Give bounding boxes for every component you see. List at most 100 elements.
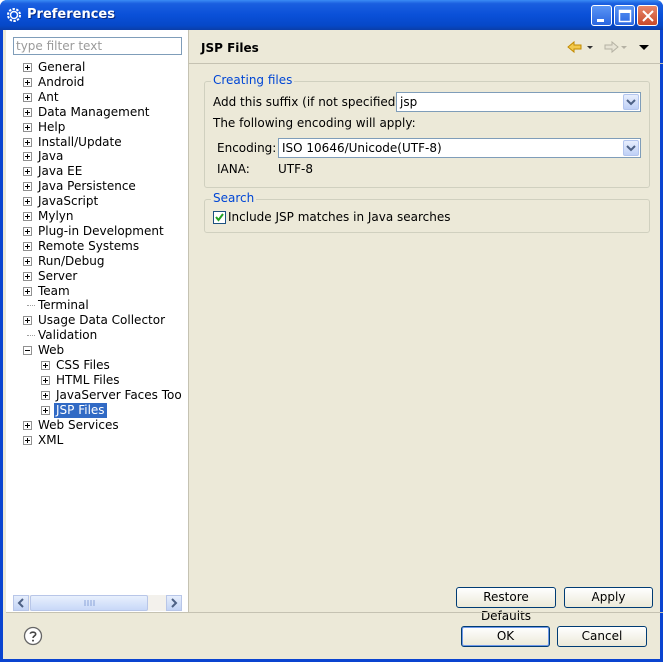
close-window-button[interactable]	[637, 5, 658, 26]
tree-item-label: Remote Systems	[38, 238, 140, 253]
grip-icon	[84, 600, 95, 606]
window-title: Preferences	[27, 7, 115, 22]
filter-input[interactable]	[13, 37, 182, 55]
tree-item-label: Android	[38, 74, 85, 89]
expand-icon[interactable]	[23, 286, 32, 296]
tree-item-label: Help	[38, 119, 66, 134]
maximize-button[interactable]	[614, 5, 635, 26]
tree-item-label: Mylyn	[38, 209, 74, 223]
tree-item-html-files[interactable]: HTML Files	[6, 373, 188, 388]
expand-icon[interactable]	[23, 241, 32, 251]
chevron-down-icon	[626, 99, 636, 106]
tree-item-help[interactable]: Help	[6, 120, 188, 135]
expand-icon[interactable]	[23, 122, 32, 132]
scroll-thumb[interactable]	[30, 595, 148, 611]
preferences-gear-icon	[7, 8, 21, 22]
tree-item-web-services[interactable]: Web Services	[6, 418, 188, 433]
expand-icon[interactable]	[23, 316, 32, 326]
ok-button[interactable]: OK	[461, 626, 550, 647]
collapse-icon[interactable]	[23, 346, 32, 356]
expand-icon[interactable]	[23, 212, 32, 221]
tree-item-css-files[interactable]: CSS Files	[6, 358, 188, 373]
preference-tree-pane: GeneralAndroidAntData ManagementHelpInst…	[6, 30, 189, 612]
scroll-left-button[interactable]	[13, 595, 29, 611]
expand-icon[interactable]	[23, 107, 32, 117]
expand-icon[interactable]	[23, 226, 32, 236]
preferences-window: Preferences GeneralAndroidAntData Manage…	[0, 0, 663, 662]
minimize-button[interactable]	[591, 5, 612, 26]
expand-icon[interactable]	[23, 197, 32, 207]
tree-item-label: Data Management	[38, 104, 150, 119]
help-icon[interactable]	[23, 626, 43, 646]
checkmark-icon	[215, 213, 224, 222]
suffix-dropdown-button[interactable]	[623, 94, 639, 110]
suffix-value: jsp	[400, 95, 418, 109]
expand-icon[interactable]	[41, 390, 50, 400]
iana-value: UTF-8	[278, 162, 313, 176]
tree-item-team[interactable]: Team	[6, 284, 188, 299]
tree-item-java-ee[interactable]: Java EE	[6, 164, 188, 179]
expand-icon[interactable]	[23, 182, 32, 192]
tree-item-label: Terminal	[38, 298, 89, 313]
encoding-dropdown-button[interactable]	[623, 140, 639, 156]
tree-item-usage-data-collector[interactable]: Usage Data Collector	[6, 313, 188, 328]
tree-item-android[interactable]: Android	[6, 75, 188, 90]
suffix-combo[interactable]: jsp	[396, 92, 641, 112]
back-menu-chevron-icon[interactable]	[586, 40, 594, 54]
tree-item-javascript[interactable]: JavaScript	[6, 194, 188, 209]
tree-item-label: JavaServer Faces Too	[56, 387, 182, 402]
restore-defaults-button[interactable]: Restore Defaults	[456, 587, 556, 623]
tree-horizontal-scrollbar[interactable]	[13, 595, 182, 611]
minimize-icon	[597, 19, 604, 22]
chevron-right-icon	[171, 598, 178, 608]
tree-item-label: JSP Files	[54, 402, 107, 418]
include-jsp-checkbox[interactable]	[213, 211, 226, 224]
expand-icon[interactable]	[41, 361, 50, 370]
tree-item-general[interactable]: General	[6, 60, 188, 75]
expand-icon[interactable]	[41, 405, 50, 415]
scroll-right-button[interactable]	[166, 595, 182, 611]
tree-item-label: Plug-in Development	[38, 223, 164, 238]
tree-item-remote-systems[interactable]: Remote Systems	[6, 239, 188, 254]
tree-item-label: Server	[38, 268, 78, 283]
tree-item-java[interactable]: Java	[6, 149, 188, 164]
tree-item-mylyn[interactable]: Mylyn	[6, 209, 188, 224]
tree-item-install-update[interactable]: Install/Update	[6, 135, 188, 150]
tree-item-javaserver-faces-too[interactable]: JavaServer Faces Too	[6, 388, 188, 403]
expand-icon[interactable]	[23, 63, 32, 72]
tree-item-validation[interactable]: Validation	[6, 328, 188, 343]
expand-icon[interactable]	[23, 420, 32, 430]
tree-item-label: Java EE	[38, 164, 83, 179]
forward-arrow-icon	[604, 40, 619, 54]
chevron-down-icon	[626, 145, 636, 152]
tree-item-java-persistence[interactable]: Java Persistence	[6, 179, 188, 194]
tree-item-data-management[interactable]: Data Management	[6, 105, 188, 120]
tree-item-terminal[interactable]: Terminal	[6, 298, 188, 313]
expand-icon[interactable]	[23, 435, 32, 445]
cancel-button[interactable]: Cancel	[557, 626, 647, 647]
tree-item-jsp-files[interactable]: JSP Files	[6, 402, 188, 418]
tree-item-run-debug[interactable]: Run/Debug	[6, 254, 188, 269]
forward-menu-chevron-icon	[621, 46, 627, 49]
encoding-combo[interactable]: ISO 10646/Unicode(UTF-8)	[278, 138, 641, 158]
expand-icon[interactable]	[23, 137, 32, 147]
expand-icon[interactable]	[23, 92, 32, 102]
tree-item-web[interactable]: Web	[6, 343, 188, 358]
tree-item-ant[interactable]: Ant	[6, 90, 188, 105]
tree-item-server[interactable]: Server	[6, 269, 188, 284]
expand-icon[interactable]	[41, 375, 50, 385]
expand-icon[interactable]	[23, 77, 32, 87]
view-menu-icon[interactable]	[638, 40, 650, 54]
tree-item-xml[interactable]: XML	[6, 433, 188, 448]
title-bar[interactable]: Preferences	[0, 0, 663, 30]
expand-icon[interactable]	[23, 271, 32, 281]
apply-button[interactable]: Apply	[564, 587, 653, 608]
expand-icon[interactable]	[23, 152, 32, 162]
maximize-icon	[618, 9, 632, 23]
back-arrow-icon[interactable]	[567, 40, 585, 54]
encoding-value: ISO 10646/Unicode(UTF-8)	[282, 141, 442, 155]
expand-icon[interactable]	[23, 167, 32, 177]
tree-item-plug-in-development[interactable]: Plug-in Development	[6, 224, 188, 239]
include-jsp-label[interactable]: Include JSP matches in Java searches	[228, 210, 451, 224]
expand-icon[interactable]	[23, 256, 32, 266]
